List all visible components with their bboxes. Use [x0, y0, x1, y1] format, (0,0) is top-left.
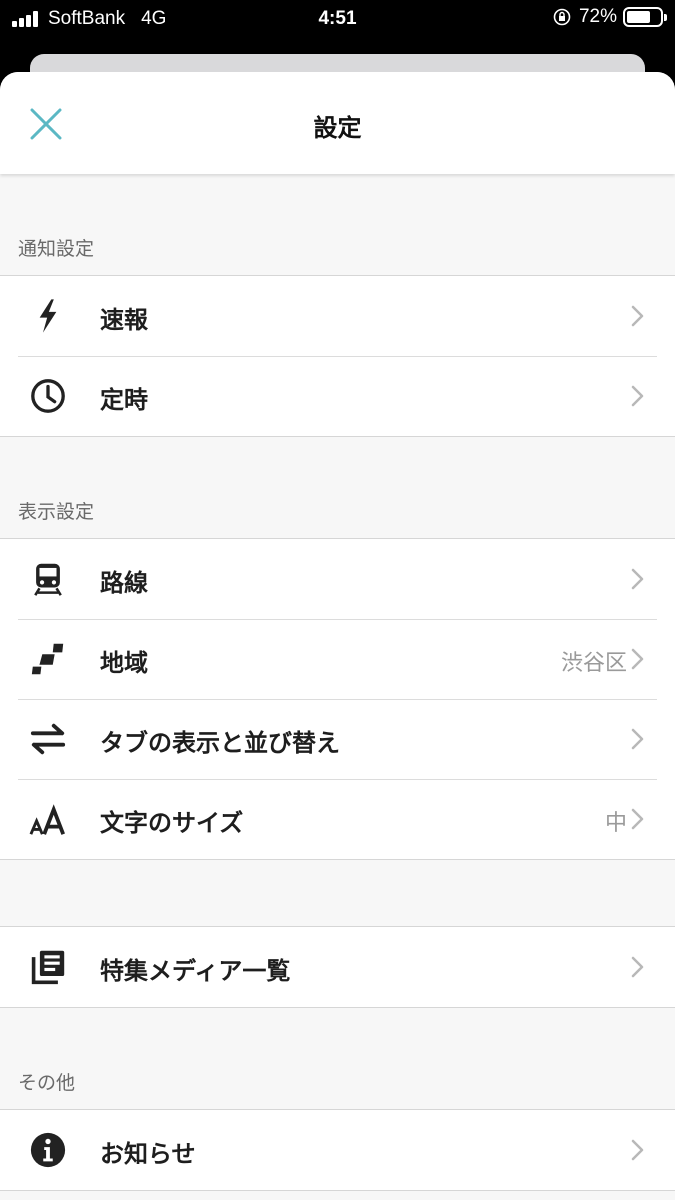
notifications-group: 速報 定時 [0, 275, 675, 437]
settings-row-breaking-news[interactable]: 速報 [0, 276, 675, 356]
clock-icon [28, 376, 68, 416]
row-label: 定時 [100, 386, 148, 414]
section-header-other: その他 [0, 1008, 675, 1109]
chevron-right-icon [631, 648, 644, 670]
other-group: お知らせ [0, 1109, 675, 1191]
info-icon [28, 1130, 68, 1170]
section-title: 通知設定 [18, 238, 95, 260]
library-icon [28, 947, 68, 987]
row-label: タブの表示と並び替え [100, 729, 340, 757]
battery-percent: 72% [578, 6, 617, 27]
map-region-icon [28, 639, 68, 679]
row-label: 特集メディア一覧 [100, 957, 291, 985]
settings-row-font-size[interactable]: 文字のサイズ 中 [0, 779, 675, 859]
battery-icon [623, 7, 667, 27]
chevron-right-icon [631, 1139, 644, 1161]
row-label: 文字のサイズ [100, 809, 244, 837]
row-value: 中 [604, 811, 627, 836]
row-label: 速報 [100, 306, 148, 334]
section-title: その他 [18, 1072, 76, 1094]
settings-row-lines[interactable]: 路線 [0, 539, 675, 619]
lightning-icon [28, 296, 68, 336]
settings-row-scheduled[interactable]: 定時 [0, 356, 675, 436]
settings-row-tab-order[interactable]: タブの表示と並び替え [0, 699, 675, 779]
section-header-display: 表示設定 [0, 437, 675, 538]
status-bar: SoftBank 4G 4:51 72% [0, 0, 675, 36]
chevron-right-icon [631, 728, 644, 750]
row-label: お知らせ [100, 1140, 196, 1168]
page-title: 設定 [313, 114, 362, 142]
chevron-right-icon [631, 568, 644, 590]
chevron-right-icon [631, 385, 644, 407]
status-right: 72% [553, 6, 667, 28]
swap-arrows-icon [28, 719, 68, 759]
chevron-right-icon [631, 808, 644, 830]
navigation-bar: 設定 [0, 72, 675, 174]
font-size-icon [28, 799, 68, 839]
rotation-lock-icon [553, 8, 571, 26]
settings-sheet: 設定 通知設定 速報 定時 表示設定 路線 地域 渋谷区 タブの表示と並び替え … [0, 72, 675, 1200]
row-label: 路線 [100, 569, 148, 597]
row-value: 渋谷区 [560, 651, 627, 676]
train-icon [28, 559, 68, 599]
display-group: 路線 地域 渋谷区 タブの表示と並び替え 文字のサイズ 中 [0, 538, 675, 860]
section-title: 表示設定 [18, 501, 95, 523]
chevron-right-icon [631, 305, 644, 327]
section-header-notifications: 通知設定 [0, 174, 675, 275]
settings-row-notices[interactable]: お知らせ [0, 1110, 675, 1190]
media-group: 特集メディア一覧 [0, 926, 675, 1008]
settings-row-region[interactable]: 地域 渋谷区 [0, 619, 675, 699]
row-label: 地域 [100, 649, 148, 677]
settings-row-featured-media[interactable]: 特集メディア一覧 [0, 927, 675, 1007]
chevron-right-icon [631, 956, 644, 978]
